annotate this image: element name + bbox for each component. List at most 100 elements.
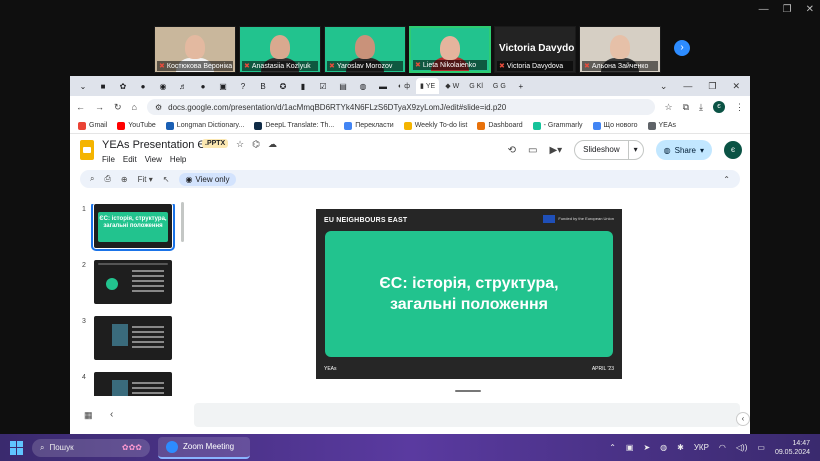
browser-tab[interactable]: ■ [94, 79, 112, 93]
browser-tab[interactable]: ◐ ф [394, 78, 414, 94]
bookmark-item[interactable]: - Grammarly [532, 121, 583, 130]
browser-tab[interactable]: ? [234, 79, 252, 93]
browser-tab[interactable]: ◆ W [441, 78, 463, 94]
filmstrip-scrollbar[interactable] [181, 202, 184, 242]
tab-search-button[interactable]: ⌄ [660, 81, 668, 92]
bookmark-item[interactable]: Що нового [592, 121, 638, 130]
bookmark-item[interactable]: Перекласти [344, 121, 394, 130]
history-icon[interactable]: ⟲ [508, 145, 516, 156]
language-indicator[interactable]: УКР [694, 443, 709, 452]
slide-thumbnail[interactable] [94, 260, 172, 304]
site-info-icon[interactable]: ⚙ [155, 103, 162, 112]
thumbnail-row[interactable]: 2 [78, 260, 182, 314]
bookmark-item[interactable]: Weekly To-do list [403, 121, 467, 130]
taskbar-zoom-app[interactable]: Zoom Meeting [158, 436, 250, 459]
browser-tab[interactable]: ✿ [114, 79, 132, 93]
gallery-next-arrow-icon[interactable]: › [674, 40, 690, 56]
menu-help[interactable]: Help [170, 155, 186, 164]
browser-tab[interactable]: ● [134, 79, 152, 93]
collapse-filmstrip-icon[interactable]: ‹ [110, 409, 113, 420]
collapse-toolbar-icon[interactable]: ⌃ [723, 175, 730, 184]
telegram-icon[interactable]: ➤ [643, 443, 650, 452]
browser-tab[interactable]: ◍ [354, 79, 372, 93]
select-cursor-icon[interactable]: ↖ [163, 175, 170, 184]
grid-view-icon[interactable]: ▦ [84, 410, 93, 421]
reload-icon[interactable]: ↻ [114, 102, 122, 113]
browser-tab[interactable]: ▣ [214, 79, 232, 93]
slide-thumbnail[interactable]: ЄС: історія, структура, загальні положен… [91, 204, 175, 251]
bookmark-item[interactable]: DeepL Translate: Th... [254, 121, 334, 130]
forward-arrow-icon[interactable]: → [95, 102, 104, 112]
browser-tab[interactable]: GG [489, 78, 510, 94]
account-avatar[interactable]: є [724, 141, 742, 159]
zoom-icon[interactable]: ⊕ [121, 175, 128, 184]
side-panel-toggle-icon[interactable]: ‹ [736, 412, 750, 426]
menu-view[interactable]: View [145, 155, 162, 164]
browser-tab[interactable]: ▮ [294, 79, 312, 93]
volume-icon[interactable]: ◁)) [736, 443, 747, 452]
menu-file[interactable]: File [102, 155, 115, 164]
participant-tile[interactable]: ✖ Anastasiia Kozlyuk [239, 26, 321, 73]
cloud-status-icon[interactable]: ☁ [268, 139, 277, 150]
taskbar-search[interactable]: ⌕ Пошук ✿✿✿ [32, 438, 150, 457]
maximize-button[interactable]: ❐ [783, 4, 792, 15]
bookmark-item[interactable]: Longman Dictionary... [165, 121, 244, 130]
bookmark-item[interactable]: YouTube [117, 121, 156, 130]
chevron-down-icon[interactable]: ▾ [700, 146, 704, 155]
zoom-select[interactable]: Fit ▾ [138, 175, 153, 184]
battery-icon[interactable]: ▭ [757, 443, 765, 452]
participant-tile[interactable]: Victoria Davydo... ✖ Victoria Davydova [494, 26, 576, 73]
thumbnail-row[interactable]: 1 ЄС: історія, структура, загальні полож… [78, 204, 182, 258]
slide-thumbnail[interactable] [94, 372, 172, 396]
browser-tab[interactable]: ✪ [274, 79, 292, 93]
close-button[interactable]: ✕ [806, 4, 814, 15]
participant-tile[interactable]: ✖ Yaroslav Morozov [324, 26, 406, 73]
bookmark-item[interactable]: Gmail [78, 121, 107, 130]
slideshow-label[interactable]: Slideshow [575, 141, 627, 159]
browser-tab[interactable]: ● [194, 79, 212, 93]
move-icon[interactable]: ⌬ [252, 139, 260, 150]
profile-avatar[interactable]: є [713, 101, 725, 113]
menu-edit[interactable]: Edit [123, 155, 137, 164]
slides-logo-icon[interactable] [80, 140, 94, 160]
chevron-down-icon[interactable]: ▾ [627, 141, 643, 159]
document-title[interactable]: YEAs Presentation ЄС [102, 139, 213, 151]
minimize-button[interactable]: — [759, 4, 769, 15]
browser-tab[interactable]: ⌄ [74, 79, 92, 93]
thumbnail-row[interactable]: 3 [78, 316, 182, 370]
slide-thumbnail[interactable] [94, 316, 172, 360]
bluetooth-icon[interactable]: ✱ [677, 443, 684, 452]
url-field[interactable]: ⚙ docs.google.com/presentation/d/1acMmqB… [146, 99, 655, 115]
close-button[interactable]: ✕ [732, 81, 740, 92]
thumbnail-row[interactable]: 4 [78, 372, 182, 396]
bookmark-star-icon[interactable]: ☆ [665, 102, 673, 113]
browser-tab[interactable]: ◉ [154, 79, 172, 93]
minimize-button[interactable]: — [683, 81, 692, 92]
participant-tile[interactable]: ✖ Костюкова Вероніка [154, 26, 236, 73]
extensions-icon[interactable]: ⧉ [683, 102, 689, 113]
maximize-button[interactable]: ❐ [708, 81, 716, 92]
windows-start-icon[interactable] [10, 440, 24, 455]
star-icon[interactable]: ☆ [236, 139, 244, 150]
browser-tab[interactable]: ▬ [374, 79, 392, 93]
browser-tab[interactable]: ▤ [334, 79, 352, 93]
new-tab-button[interactable]: + [512, 79, 530, 93]
downloads-icon[interactable]: ⤓ [699, 102, 703, 113]
bookmark-item[interactable]: Dashboard [477, 121, 523, 130]
participant-tile[interactable]: ✖ Lieta Nikolaienko [409, 26, 491, 73]
browser-tab[interactable]: B [254, 79, 272, 93]
back-arrow-icon[interactable]: ← [76, 102, 85, 112]
messenger-icon[interactable]: ◍ [660, 443, 667, 452]
participant-tile[interactable]: ✖ Альона Зайченко [579, 26, 661, 73]
nvidia-icon[interactable]: ▣ [626, 443, 634, 452]
browser-menu-icon[interactable]: ⋮ [735, 102, 744, 113]
notes-resize-handle[interactable] [455, 390, 481, 392]
bookmark-item[interactable]: YEAs [647, 121, 676, 130]
print-icon[interactable]: ⎙ [104, 174, 110, 184]
home-icon[interactable]: ⌂ [132, 102, 137, 112]
clock[interactable]: 14:47 09.05.2024 [775, 439, 810, 457]
view-only-mode[interactable]: ◉ View only [179, 172, 236, 186]
comments-icon[interactable]: ▭ [528, 145, 537, 156]
browser-tab[interactable]: ☑ [314, 79, 332, 93]
share-button[interactable]: ◍ Share ▾ [655, 140, 712, 160]
